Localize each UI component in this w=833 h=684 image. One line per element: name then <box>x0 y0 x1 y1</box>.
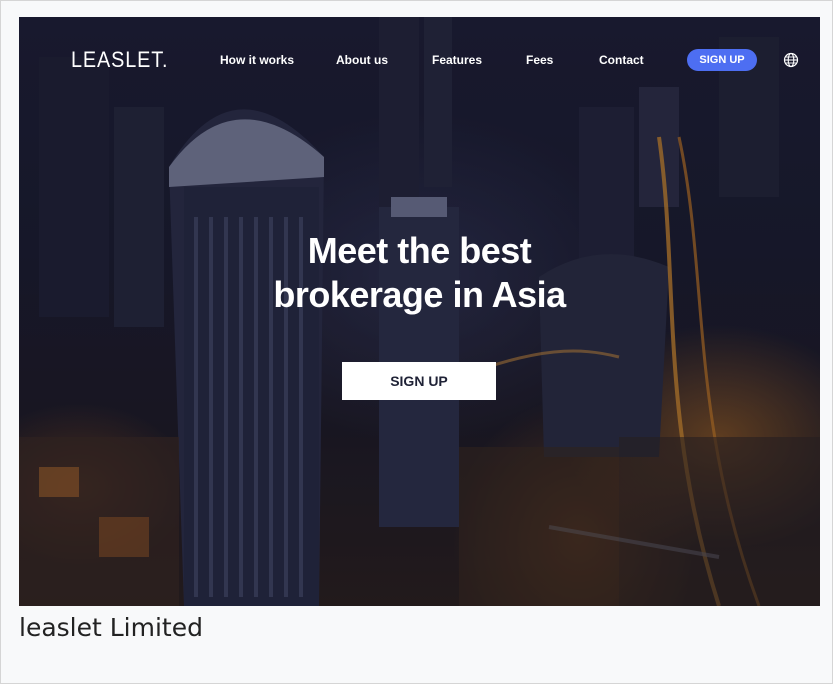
image-caption: leaslet Limited <box>19 613 203 642</box>
hero-signup-button[interactable]: SIGN UP <box>342 362 496 400</box>
nav-link-fees[interactable]: Fees <box>526 53 553 67</box>
hero-headline-line-2: brokerage in Asia <box>273 274 566 315</box>
nav-signup-button[interactable]: SIGN UP <box>687 49 757 71</box>
brand-logo[interactable]: LEASLET. <box>71 47 168 73</box>
globe-icon[interactable] <box>783 52 799 68</box>
image-frame: LEASLET. How it works About us Features … <box>0 0 833 684</box>
hero-section: LEASLET. How it works About us Features … <box>19 17 820 606</box>
nav-link-contact[interactable]: Contact <box>599 53 644 67</box>
nav-link-how-it-works[interactable]: How it works <box>220 53 294 67</box>
top-navigation: LEASLET. How it works About us Features … <box>19 17 820 103</box>
nav-link-features[interactable]: Features <box>432 53 482 67</box>
hero-headline: Meet the best brokerage in Asia <box>19 229 820 317</box>
nav-link-about-us[interactable]: About us <box>336 53 388 67</box>
hero-headline-line-1: Meet the best <box>307 230 532 271</box>
